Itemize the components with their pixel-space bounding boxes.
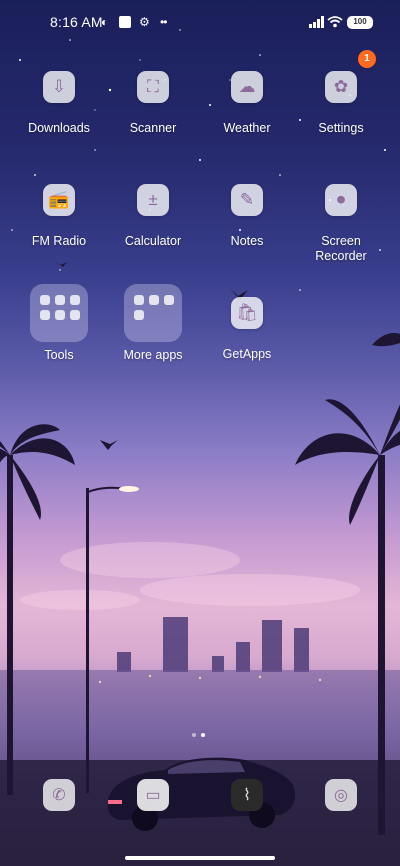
app-label: Notes <box>230 234 264 248</box>
page-indicator[interactable] <box>192 733 208 738</box>
data-saver-icon: ◐ <box>101 15 109 29</box>
app-label: Calculator <box>124 234 182 248</box>
notification-badge: 1 <box>358 50 376 68</box>
app-label: Screen Recorder <box>315 234 367 263</box>
pen-icon: ✎ <box>231 184 263 216</box>
message-icon: ▭ <box>145 787 161 804</box>
app-screen-recorder[interactable]: ⏺ Screen Recorder <box>296 184 386 264</box>
record-icon: ⏺ <box>325 184 357 216</box>
gallery-icon: ⌇ <box>243 787 251 804</box>
app-downloads[interactable]: ⇩ Downloads <box>14 71 104 136</box>
app-label: GetApps <box>222 347 272 361</box>
mini-app-icon <box>149 295 159 305</box>
dock-gallery[interactable]: ⌇ <box>231 779 263 811</box>
camera-icon: ◎ <box>334 787 348 804</box>
battery-indicator: 100 <box>347 16 373 29</box>
app-getapps[interactable]: 🛍 GetApps <box>202 297 292 362</box>
app-label: Scanner <box>129 121 177 135</box>
app-notes[interactable]: ✎ Notes <box>202 184 292 249</box>
folder-icon <box>30 284 88 342</box>
folder-tools[interactable]: Tools <box>14 284 104 363</box>
status-bar: 8:16 AM ◐ ⚙ •• 100 <box>0 0 400 44</box>
mini-app-icon <box>70 310 80 320</box>
screenshot-icon <box>119 16 131 28</box>
cloud-icon: ☁ <box>231 71 263 103</box>
mini-app-icon <box>164 295 174 305</box>
mini-app-icon <box>55 310 65 320</box>
app-label: Settings <box>318 121 364 135</box>
mini-app-icon <box>134 295 144 305</box>
dock-messages[interactable]: ▭ <box>137 779 169 811</box>
calculator-icon: ± <box>137 184 169 216</box>
mini-app-icon <box>40 310 50 320</box>
page-dot <box>192 733 196 737</box>
app-label: FM Radio <box>31 234 87 248</box>
home-indicator[interactable] <box>125 856 275 860</box>
mini-app-icon <box>40 295 50 305</box>
mini-app-icon <box>55 295 65 305</box>
app-label: Downloads <box>28 121 90 135</box>
signal-icon <box>309 16 324 28</box>
dock-phone[interactable]: ✆ <box>43 779 75 811</box>
app-calculator[interactable]: ± Calculator <box>108 184 198 249</box>
app-fm-radio[interactable]: 📻 FM Radio <box>14 184 104 249</box>
folder-label: More apps <box>123 348 183 362</box>
radio-icon: 📻 <box>43 184 75 216</box>
mini-app-icon <box>134 310 144 320</box>
settings-icon: ✿ <box>325 71 357 103</box>
gear-icon: ⚙ <box>139 15 150 29</box>
folder-more-apps[interactable]: More apps <box>108 284 198 363</box>
wifi-icon <box>327 16 343 28</box>
phone-icon: ✆ <box>52 787 66 804</box>
dock-camera[interactable]: ◎ <box>325 779 357 811</box>
download-icon: ⇩ <box>43 71 75 103</box>
mini-app-icon <box>70 295 80 305</box>
more-icon: •• <box>160 15 167 29</box>
folder-icon <box>124 284 182 342</box>
app-scanner[interactable]: ⛶ Scanner <box>108 71 198 136</box>
store-icon: 🛍 <box>231 297 263 329</box>
app-settings[interactable]: ✿ Settings <box>296 71 386 136</box>
scan-icon: ⛶ <box>137 71 169 103</box>
folder-label: Tools <box>44 348 74 362</box>
app-weather[interactable]: ☁ Weather <box>202 71 292 136</box>
app-label: Weather <box>223 121 271 135</box>
page-dot-active <box>201 733 205 737</box>
clock: 8:16 AM <box>50 14 103 30</box>
